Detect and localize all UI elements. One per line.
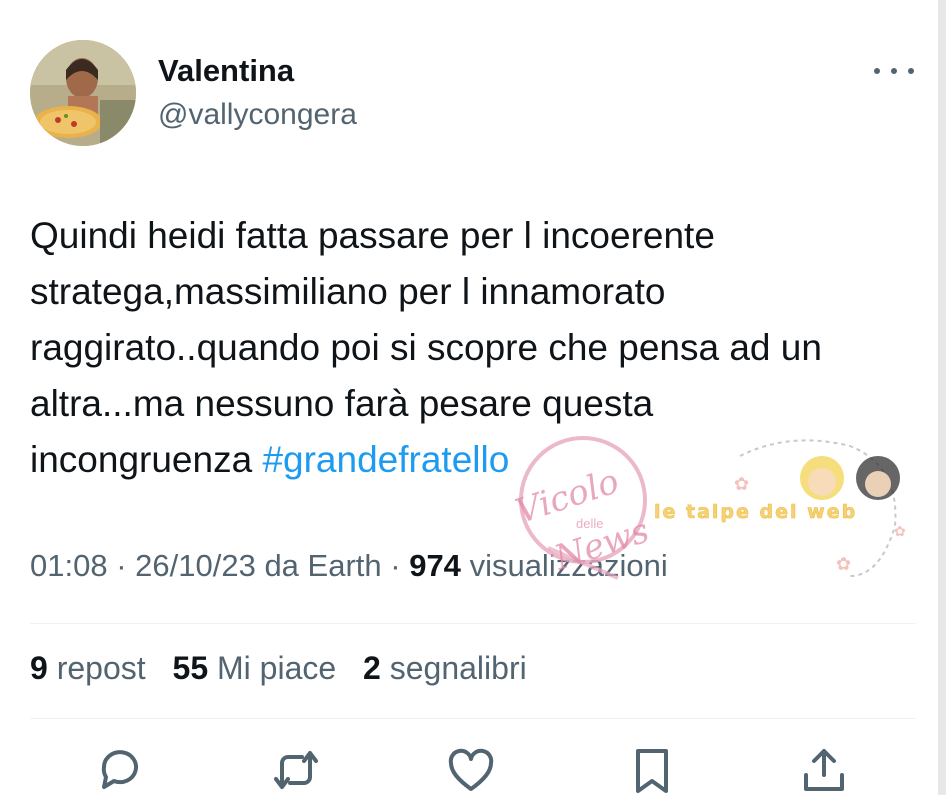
watermark-logo-text: le talpe del web (654, 501, 857, 523)
tweet-time[interactable]: 01:08 (30, 548, 108, 583)
more-icon[interactable] (874, 56, 914, 86)
bookmark-label: segnalibri (389, 650, 527, 686)
reply-icon[interactable] (96, 745, 144, 795)
repost-count: 9 (30, 650, 48, 686)
watermark-stamp-line2: delle (576, 516, 603, 531)
bookmark-stat[interactable]: 2 segnalibri (363, 650, 527, 686)
repost-icon[interactable] (272, 745, 320, 795)
svg-text:✿: ✿ (836, 554, 851, 574)
divider (30, 623, 916, 624)
meta-separator: · (107, 548, 136, 583)
views-count: 974 (409, 548, 461, 583)
tweet-text: Quindi heidi fatta passare per l incoere… (30, 208, 920, 488)
bookmark-count: 2 (363, 650, 381, 686)
like-icon[interactable] (447, 745, 495, 795)
meta-separator: · (381, 548, 410, 583)
share-icon[interactable] (800, 745, 848, 795)
more-dot (874, 68, 880, 74)
like-stat[interactable]: 55 Mi piace (173, 650, 337, 686)
like-count: 55 (172, 650, 209, 686)
tweet-stats: 9 repost 55 Mi piace 2 segnalibri (30, 650, 545, 687)
views-label: visualizzazioni (469, 548, 668, 583)
bookmark-icon[interactable] (628, 745, 676, 795)
repost-label: repost (56, 650, 146, 686)
more-dot (891, 68, 897, 74)
avatar[interactable] (30, 40, 136, 146)
svg-text:✿: ✿ (894, 523, 906, 539)
divider (30, 718, 916, 719)
more-dot (908, 68, 914, 74)
hashtag-link[interactable]: #grandefratello (262, 439, 509, 480)
user-handle[interactable]: @vallycongera (158, 98, 357, 132)
user-display-name[interactable]: Valentina (158, 53, 294, 89)
tweet-source: da Earth (264, 548, 382, 583)
scrollbar-edge (938, 0, 946, 795)
tweet-date[interactable]: 26/10/23 (135, 548, 256, 583)
tweet-meta: 01:08 · 26/10/23 da Earth · 974 visualiz… (30, 548, 668, 584)
action-bar (0, 745, 946, 795)
like-label: Mi piace (217, 650, 337, 686)
repost-stat[interactable]: 9 repost (30, 650, 146, 686)
